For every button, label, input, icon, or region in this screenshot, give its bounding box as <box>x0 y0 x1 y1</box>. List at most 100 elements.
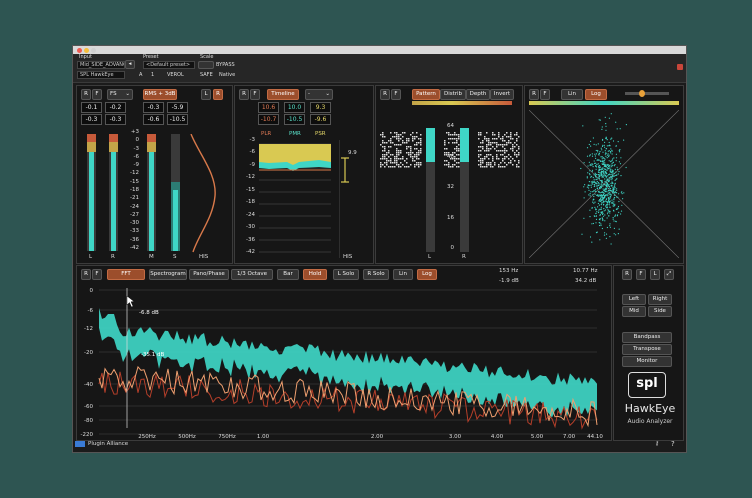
spectrum-btn-r[interactable]: R <box>81 269 91 280</box>
bypass-toggle[interactable] <box>198 61 214 69</box>
left-channel-button[interactable]: L <box>201 89 211 100</box>
meter-bar-l <box>87 134 96 251</box>
reset-button[interactable]: R <box>239 89 249 100</box>
gain-slider[interactable] <box>625 90 669 97</box>
spectrum-btn-pano-phase[interactable]: Pano/Phase <box>189 269 229 280</box>
spectrum-btn-log[interactable]: Log <box>417 269 437 280</box>
link-button[interactable]: L <box>650 269 660 280</box>
peak-value-l: -0.1 <box>81 102 102 113</box>
log-button[interactable]: Log <box>585 89 607 100</box>
input-dropdown[interactable]: Mid_SIDE_ADVANCED <box>77 61 125 69</box>
side-button[interactable]: Side <box>648 306 672 317</box>
reset-button[interactable]: R <box>622 269 632 280</box>
monitor-button[interactable]: Monitor <box>622 356 672 367</box>
vendor-label: Plugin Alliance <box>88 441 129 447</box>
verol-label: VEROL <box>167 72 184 78</box>
rms-value-s: -10.5 <box>167 114 188 125</box>
x-tick: 3.00 <box>449 434 462 440</box>
minimize-dot[interactable] <box>84 48 89 53</box>
plr-min-value: -10.7 <box>258 114 279 125</box>
spectrum-btn-f[interactable]: F <box>92 269 102 280</box>
close-dot[interactable] <box>77 48 82 53</box>
scale-tick: -36 <box>130 236 139 243</box>
spl-logo: spl <box>628 372 666 398</box>
timeline-button[interactable]: Timeline <box>267 89 299 100</box>
bypass-label: BYPASS <box>216 62 235 68</box>
scale-tick: -9 <box>133 162 139 169</box>
mid-button[interactable]: Mid <box>622 306 646 317</box>
native-label: Native <box>219 72 236 78</box>
title-bar <box>73 46 686 54</box>
y-tick: -60 <box>84 404 93 410</box>
window-menu-icon[interactable] <box>677 64 683 70</box>
peak-label: -6.8 dB <box>139 310 159 316</box>
preset-dropdown[interactable]: <Default preset> <box>143 61 195 69</box>
spectrum-btn-l-solo[interactable]: L Solo <box>333 269 359 280</box>
distrib-button[interactable]: Distrib <box>440 89 466 100</box>
reset-button[interactable]: R <box>81 89 91 100</box>
fs-dropdown[interactable]: FS ⌄ <box>107 89 133 100</box>
safe-label: SAFE <box>200 72 213 78</box>
gain-slider-handle[interactable] <box>639 90 645 97</box>
reset-button[interactable]: R <box>380 89 390 100</box>
vectorscope-panel: R F Lin Log <box>524 85 684 264</box>
pattern-range-bar[interactable] <box>412 101 512 105</box>
spectrum-btn-1-3-octave[interactable]: 1/3 Octave <box>231 269 273 280</box>
scale-tick: -36 <box>246 236 255 243</box>
freeze-button[interactable]: F <box>391 89 401 100</box>
scale-tick: -24 <box>130 203 139 210</box>
spectrum-btn-fft[interactable]: FFT <box>107 269 145 280</box>
expand-icon[interactable]: ⤢ <box>664 269 674 280</box>
invert-button[interactable]: Invert <box>490 89 514 100</box>
spectrum-btn-bar[interactable]: Bar <box>277 269 299 280</box>
help-button[interactable]: ? <box>671 440 675 448</box>
compare-button[interactable]: ◂ <box>125 60 135 69</box>
right-button[interactable]: Right <box>648 294 672 305</box>
lin-button[interactable]: Lin <box>561 89 583 100</box>
mode-dropdown[interactable]: SPL HawkEye <box>77 71 125 79</box>
scale-tick: -21 <box>130 195 139 202</box>
bandpass-button[interactable]: Bandpass <box>622 332 672 343</box>
scale-tick: -30 <box>130 220 139 227</box>
spectrum-btn-spectrogram[interactable]: Spectrogram <box>149 269 187 280</box>
pmr-header: PMR <box>289 131 301 137</box>
meter-bar-m <box>147 134 156 251</box>
scale-tick: -12 <box>130 170 139 177</box>
bit-meter-l <box>426 128 435 252</box>
host-header: Input Mid_SIDE_ADVANCED SPL HawkEye ◂ A … <box>73 54 686 83</box>
scale-tick: -33 <box>130 228 139 235</box>
scale-tick: -42 <box>130 245 139 251</box>
freeze-button[interactable]: F <box>250 89 260 100</box>
scale-tick: -27 <box>130 211 139 218</box>
chevron-down-icon: ⌄ <box>325 91 330 97</box>
range-dropdown[interactable]: - ⌄ <box>305 89 333 100</box>
freeze-button[interactable]: F <box>540 89 550 100</box>
reset-button[interactable]: R <box>529 89 539 100</box>
ch-label-m: M <box>149 254 154 260</box>
freeze-button[interactable]: F <box>92 89 102 100</box>
spectrum-display: 0 -6 -12 -20 -40 -60 -80 -220 250Hz 500Hz 750Hz 1.0… <box>81 288 603 440</box>
key-icon[interactable]: ⚷ <box>655 441 659 447</box>
rms-plus3-button[interactable]: RMS + 3dB <box>143 89 177 100</box>
pmr-value: 10.0 <box>284 102 305 113</box>
spectrum-btn-r-solo[interactable]: R Solo <box>363 269 389 280</box>
zoom-dot[interactable] <box>91 48 96 53</box>
ch-label-l: L <box>89 254 93 260</box>
transpose-button[interactable]: Transpose <box>622 344 672 355</box>
depth-button[interactable]: Depth <box>466 89 490 100</box>
scale-tick: -12 <box>246 174 255 181</box>
spectrum-btn-hold[interactable]: Hold <box>303 269 327 280</box>
psr-marker: 9.9 <box>348 150 357 156</box>
spectrum-panel: R F FFT Spectrogram Pano/Phase 1/3 Octave Bar H… <box>76 265 612 441</box>
scale-tick: -24 <box>246 211 255 218</box>
left-button[interactable]: Left <box>622 294 646 305</box>
meter-bar-r <box>109 134 118 251</box>
chevron-down-icon: ⌄ <box>125 91 130 97</box>
cursor-db-readout: -1.9 dB <box>499 278 519 284</box>
freeze-button[interactable]: F <box>636 269 646 280</box>
spectrum-btn-lin[interactable]: Lin <box>393 269 413 280</box>
ch-label-l: L <box>428 254 432 260</box>
right-channel-button[interactable]: R <box>213 89 223 100</box>
x-tick: 44.10 <box>587 434 603 440</box>
pattern-button[interactable]: Pattern <box>412 89 440 100</box>
